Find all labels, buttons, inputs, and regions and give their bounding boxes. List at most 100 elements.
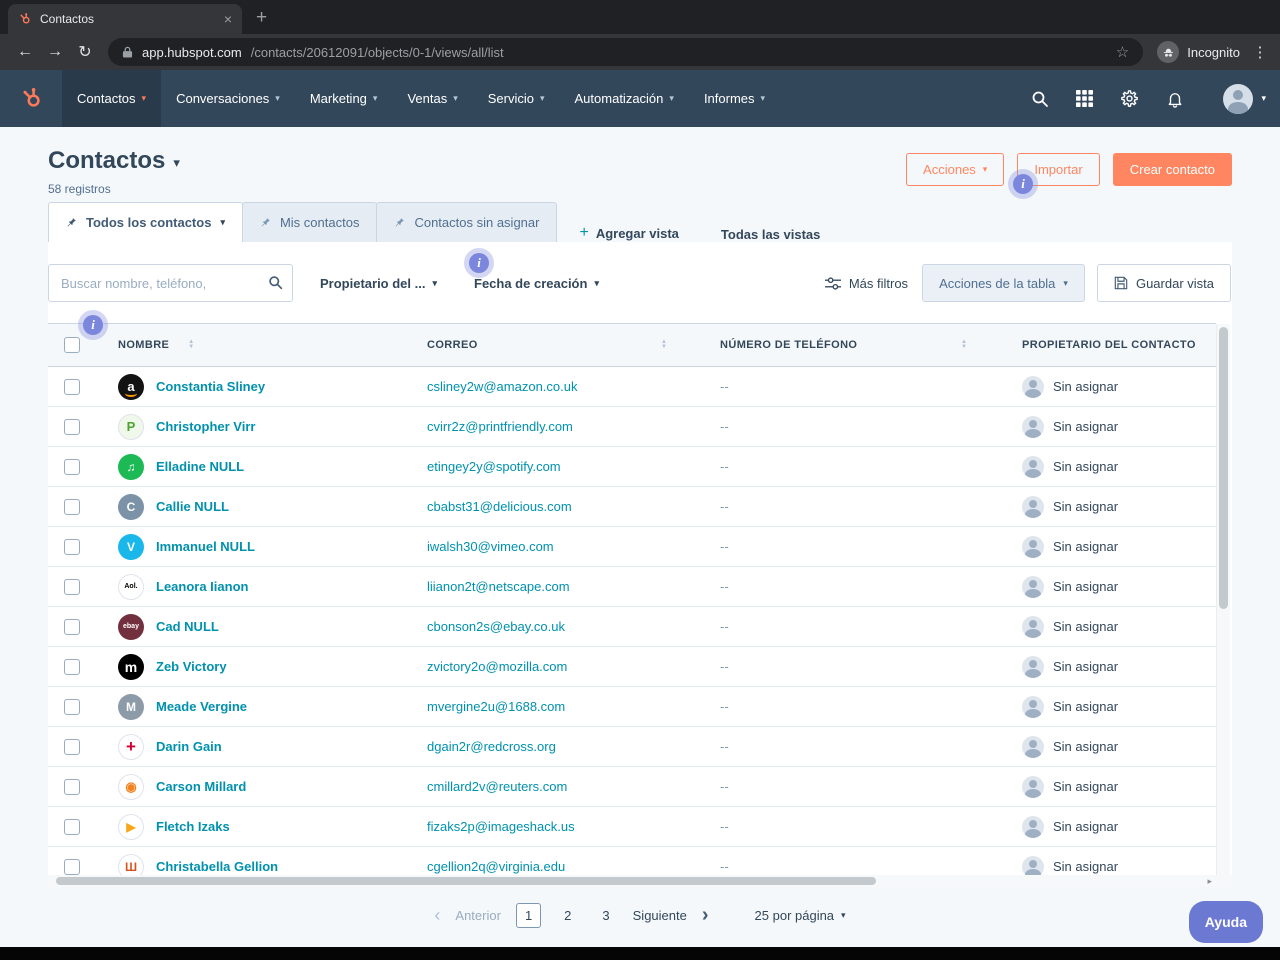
- select-all-checkbox[interactable]: [64, 337, 80, 353]
- sort-icon[interactable]: ▲▼: [661, 340, 667, 350]
- row-checkbox[interactable]: [64, 539, 80, 555]
- sort-icon[interactable]: ▲▼: [961, 340, 967, 350]
- contact-email-link[interactable]: liianon2t@netscape.com: [427, 579, 570, 594]
- contact-email-link[interactable]: cbabst31@delicious.com: [427, 499, 572, 514]
- more-filters-button[interactable]: Más filtros: [825, 276, 908, 291]
- browser-tab[interactable]: Contactos ×: [8, 4, 242, 34]
- row-checkbox[interactable]: [64, 619, 80, 635]
- contact-email-link[interactable]: cvirr2z@printfriendly.com: [427, 419, 573, 434]
- row-checkbox[interactable]: [64, 459, 80, 475]
- row-checkbox[interactable]: [64, 499, 80, 515]
- contact-name-link[interactable]: Cad NULL: [156, 619, 219, 634]
- contact-name-link[interactable]: Zeb Victory: [156, 659, 227, 674]
- nav-item-ventas[interactable]: Ventas▾: [392, 70, 472, 127]
- save-view-button[interactable]: Guardar vista: [1097, 264, 1231, 302]
- page-number-1[interactable]: 1: [516, 903, 541, 928]
- column-header-propietario[interactable]: PROPIETARIO DEL CONTACTO: [1022, 339, 1196, 351]
- next-page-chevron-icon[interactable]: ›: [702, 904, 709, 927]
- nav-item-automatizacion[interactable]: Automatización▾: [560, 70, 689, 127]
- contact-email-link[interactable]: fizaks2p@imageshack.us: [427, 819, 575, 834]
- row-checkbox[interactable]: [64, 819, 80, 835]
- column-header-telefono[interactable]: NÚMERO DE TELÉFONO: [720, 339, 857, 351]
- tab-contactos-sin-asignar[interactable]: Contactos sin asignar: [376, 202, 557, 242]
- new-tab-icon[interactable]: +: [256, 8, 267, 27]
- contact-name-link[interactable]: Christopher Virr: [156, 419, 255, 434]
- info-annotation-badge[interactable]: i: [469, 253, 489, 273]
- vertical-scrollbar-thumb[interactable]: [1219, 327, 1228, 609]
- row-checkbox[interactable]: [64, 779, 80, 795]
- contact-name-link[interactable]: Carson Millard: [156, 779, 246, 794]
- table-actions-button[interactable]: Acciones de la tabla ▾: [922, 264, 1085, 302]
- tab-close-icon[interactable]: ×: [224, 12, 232, 26]
- page-number-2[interactable]: 2: [556, 904, 579, 927]
- row-checkbox[interactable]: [64, 859, 80, 875]
- row-checkbox[interactable]: [64, 659, 80, 675]
- nav-item-servicio[interactable]: Servicio▾: [473, 70, 560, 127]
- address-bar[interactable]: app.hubspot.com /contacts/20612091/objec…: [108, 38, 1143, 66]
- marketplace-icon[interactable]: [1076, 90, 1093, 107]
- reload-icon[interactable]: ↻: [70, 42, 100, 62]
- horizontal-scrollbar[interactable]: ▸: [48, 875, 1216, 887]
- scroll-right-arrow-icon[interactable]: ▸: [1207, 876, 1212, 887]
- contact-email-link[interactable]: cbonson2s@ebay.co.uk: [427, 619, 565, 634]
- previous-page-button[interactable]: Anterior: [455, 908, 501, 923]
- contact-email-link[interactable]: cgellion2q@virginia.edu: [427, 859, 565, 874]
- contact-email-link[interactable]: iwalsh30@vimeo.com: [427, 539, 554, 554]
- contact-name-link[interactable]: Immanuel NULL: [156, 539, 255, 554]
- row-checkbox[interactable]: [64, 419, 80, 435]
- contact-email-link[interactable]: dgain2r@redcross.org: [427, 739, 556, 754]
- hubspot-logo[interactable]: [0, 70, 62, 127]
- contact-email-link[interactable]: zvictory2o@mozilla.com: [427, 659, 567, 674]
- owner-filter-dropdown[interactable]: Propietario del ... ▾: [320, 276, 437, 291]
- all-views-link[interactable]: Todas las vistas: [721, 227, 820, 242]
- search-input[interactable]: [48, 264, 293, 302]
- browser-menu-icon[interactable]: ⋮: [1250, 43, 1270, 61]
- chevron-down-icon[interactable]: ▾: [173, 155, 180, 171]
- create-date-filter-dropdown[interactable]: Fecha de creación ▾: [474, 276, 599, 291]
- vertical-scrollbar[interactable]: [1216, 324, 1230, 875]
- row-checkbox[interactable]: [64, 699, 80, 715]
- help-button[interactable]: Ayuda: [1189, 901, 1263, 943]
- previous-page-chevron-icon[interactable]: ‹: [434, 905, 440, 926]
- search-icon[interactable]: [1031, 90, 1049, 108]
- sort-icon[interactable]: ▲▼: [188, 340, 194, 350]
- row-checkbox[interactable]: [64, 579, 80, 595]
- contact-name-link[interactable]: Christabella Gellion: [156, 859, 278, 874]
- account-menu[interactable]: ▾: [1223, 84, 1266, 114]
- nav-item-marketing[interactable]: Marketing▾: [295, 70, 393, 127]
- contact-name-link[interactable]: Leanora Iianon: [156, 579, 248, 594]
- add-view-link[interactable]: + Agregar vista: [579, 224, 678, 242]
- contact-name-link[interactable]: Fletch Izaks: [156, 819, 230, 834]
- bell-icon[interactable]: [1166, 90, 1184, 108]
- contact-email-link[interactable]: mvergine2u@1688.com: [427, 699, 565, 714]
- contact-name-link[interactable]: Meade Vergine: [156, 699, 247, 714]
- nav-item-informes[interactable]: Informes▾: [689, 70, 780, 127]
- page-size-dropdown[interactable]: 25 por página ▾: [755, 908, 846, 923]
- tab-mis-contactos[interactable]: Mis contactos: [242, 202, 377, 242]
- bookmark-star-icon[interactable]: ☆: [1116, 43, 1129, 61]
- column-header-nombre[interactable]: NOMBRE: [118, 339, 169, 351]
- next-page-button[interactable]: Siguiente: [633, 908, 687, 923]
- contact-name-link[interactable]: Constantia Sliney: [156, 379, 265, 394]
- row-checkbox[interactable]: [64, 739, 80, 755]
- search-icon[interactable]: [268, 275, 283, 290]
- contact-email-link[interactable]: csliney2w@amazon.co.uk: [427, 379, 577, 394]
- info-annotation-badge[interactable]: i: [1013, 174, 1033, 194]
- tab-todos-los-contactos[interactable]: Todos los contactos ▾: [48, 202, 243, 242]
- actions-button[interactable]: Acciones▾: [906, 153, 1004, 186]
- contact-email-link[interactable]: etingey2y@spotify.com: [427, 459, 561, 474]
- row-checkbox[interactable]: [64, 379, 80, 395]
- column-header-correo[interactable]: CORREO: [427, 339, 478, 351]
- contact-email-link[interactable]: cmillard2v@reuters.com: [427, 779, 567, 794]
- forward-icon[interactable]: →: [40, 43, 70, 61]
- info-annotation-badge[interactable]: i: [83, 315, 103, 335]
- create-contact-button[interactable]: Crear contacto: [1113, 153, 1232, 186]
- contact-name-link[interactable]: Callie NULL: [156, 499, 229, 514]
- contact-name-link[interactable]: Darin Gain: [156, 739, 222, 754]
- page-number-3[interactable]: 3: [594, 904, 617, 927]
- back-icon[interactable]: ←: [10, 43, 40, 61]
- nav-item-contactos[interactable]: Contactos▾: [62, 70, 161, 127]
- contact-name-link[interactable]: Elladine NULL: [156, 459, 244, 474]
- nav-item-conversaciones[interactable]: Conversaciones▾: [161, 70, 295, 127]
- gear-icon[interactable]: [1120, 89, 1139, 108]
